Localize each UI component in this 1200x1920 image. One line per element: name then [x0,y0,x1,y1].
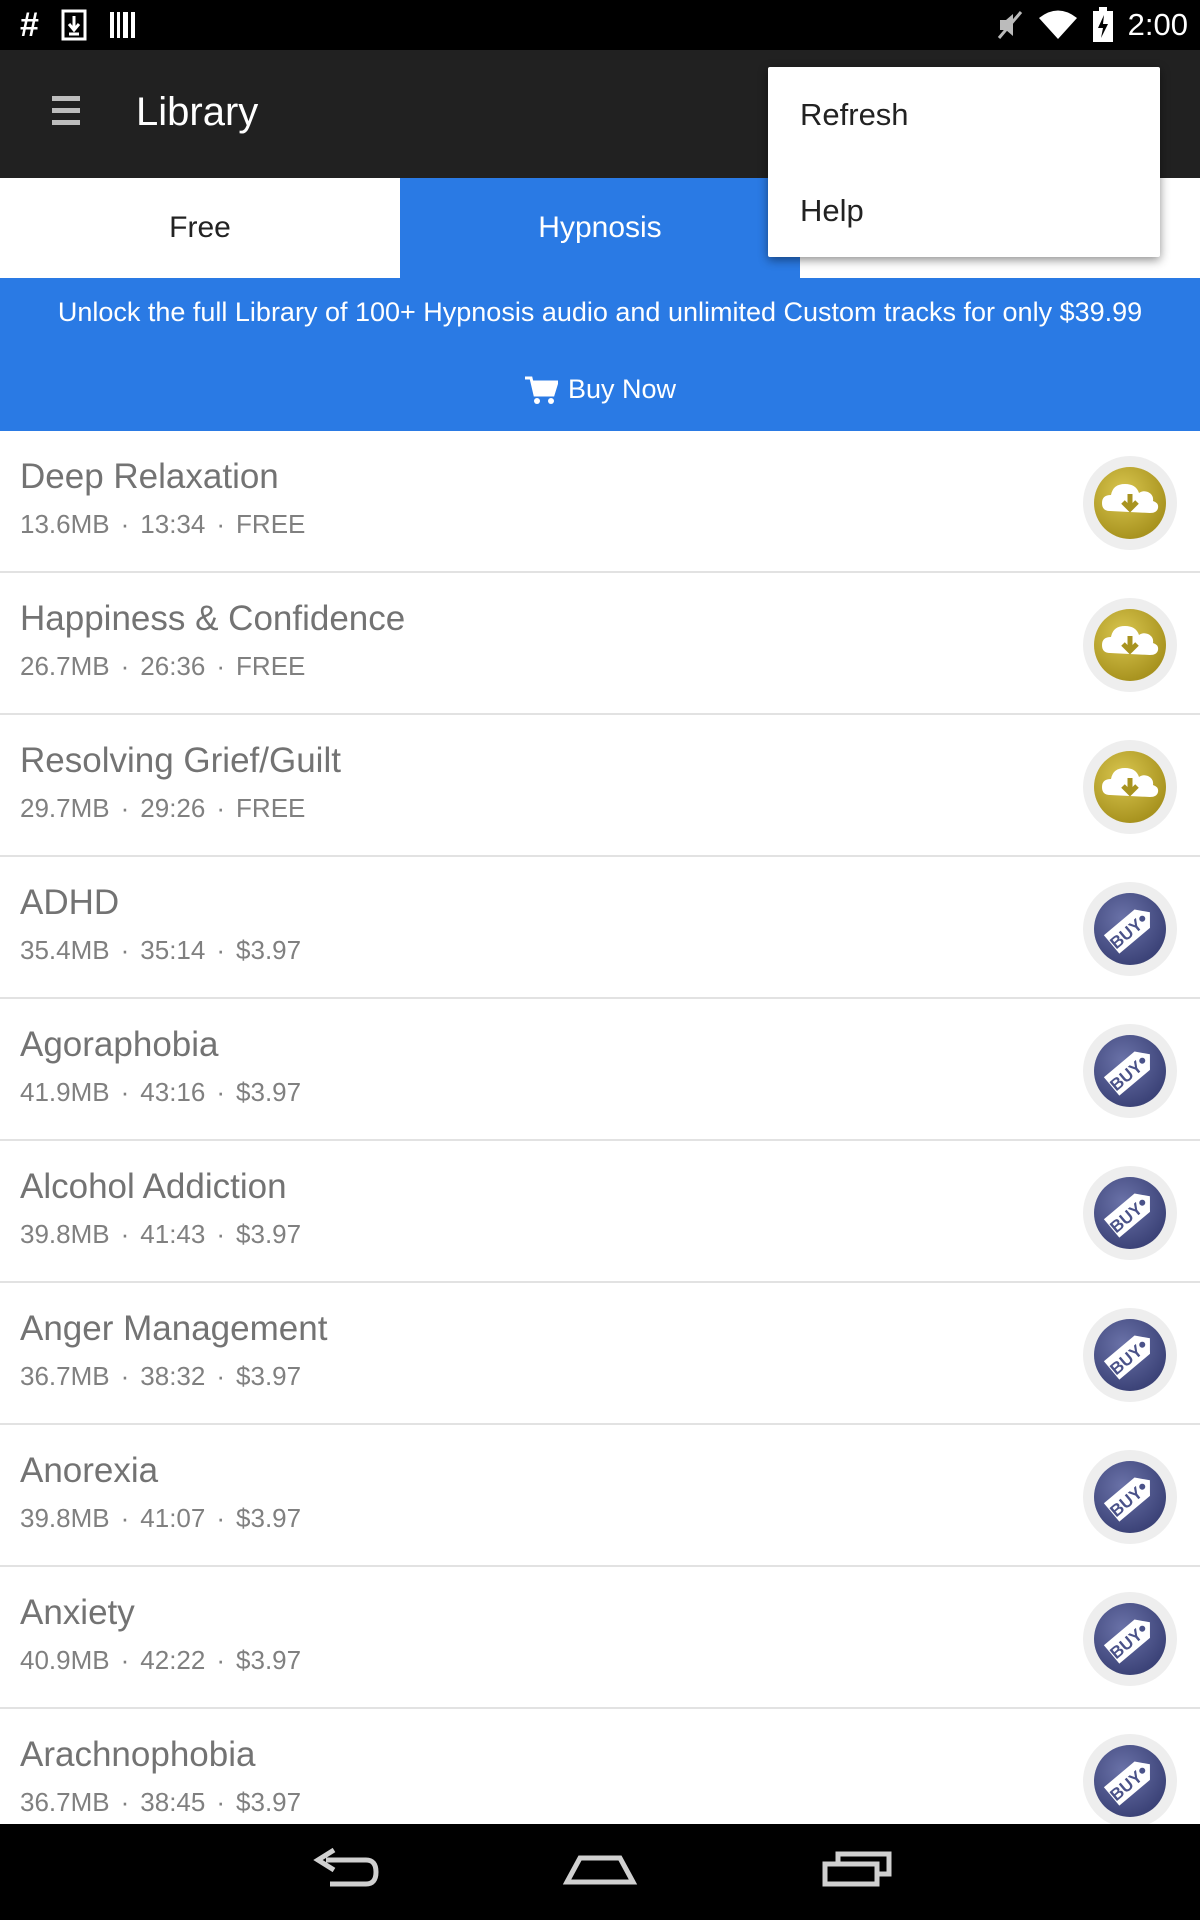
track-meta: 36.7MB · 38:32 · $3.97 [20,1361,302,1391]
track-title: ADHD [20,883,120,922]
barcode-icon [109,12,135,38]
track-size: 36.7MB [20,1361,110,1391]
buy-now-button[interactable]: Buy Now [0,374,1200,405]
buy-tag-icon[interactable]: BUY [1082,1023,1178,1119]
download-icon[interactable] [1082,739,1178,835]
track-price: FREE [236,509,306,539]
track-title: Anxiety [20,1593,135,1632]
track-size: 35.4MB [20,935,110,965]
track-duration: 29:26 [140,793,206,823]
track-meta: 29.7MB · 29:26 · FREE [20,793,306,823]
track-price: $3.97 [236,1787,302,1817]
buy-now-label: Buy Now [567,374,677,404]
track-price: $3.97 [236,1645,302,1675]
track-duration: 38:45 [140,1787,206,1817]
page-title: Library [136,90,259,134]
download-notification-icon [61,9,87,41]
hash-icon: # [20,6,39,44]
track-duration: 42:22 [140,1645,206,1675]
buy-tag-icon[interactable]: BUY [1082,1449,1178,1545]
track-duration: 43:16 [140,1077,206,1107]
battery-charging-icon [1092,7,1113,42]
menu-item-refresh[interactable]: Refresh [800,97,909,133]
buy-tag-icon[interactable]: BUY [1082,1165,1178,1261]
track-duration: 41:07 [140,1503,206,1533]
track-size: 39.8MB [20,1503,110,1533]
track-meta: 35.4MB · 35:14 · $3.97 [20,935,302,965]
track-price: FREE [236,651,306,681]
back-icon[interactable] [308,1842,380,1902]
track-title: Anger Management [20,1309,328,1348]
track-size: 41.9MB [20,1077,110,1107]
download-icon[interactable] [1082,455,1178,551]
track-title: Arachnophobia [20,1735,256,1774]
track-meta: 40.9MB · 42:22 · $3.97 [20,1645,302,1675]
track-price: $3.97 [236,1503,302,1533]
track-duration: 26:36 [140,651,206,681]
track-size: 36.7MB [20,1787,110,1817]
track-meta: 13.6MB · 13:34 · FREE [20,509,306,539]
track-meta: 36.7MB · 38:45 · $3.97 [20,1787,302,1817]
track-meta: 26.7MB · 26:36 · FREE [20,651,306,681]
buy-tag-icon[interactable]: BUY [1082,1733,1178,1824]
track-price: $3.97 [236,1219,302,1249]
list-item[interactable]: Resolving Grief/Guilt 29.7MB · 29:26 · FREE [0,715,1200,857]
recent-apps-icon[interactable] [820,1842,894,1902]
list-item[interactable]: Anxiety 40.9MB · 42:22 · $3.97 BUY [0,1567,1200,1709]
buy-tag-icon[interactable]: BUY [1082,1591,1178,1687]
track-meta: 39.8MB · 41:07 · $3.97 [20,1503,302,1533]
list-item[interactable]: Anorexia 39.8MB · 41:07 · $3.97 BUY [0,1425,1200,1567]
list-item[interactable]: ADHD 35.4MB · 35:14 · $3.97 BUY [0,857,1200,999]
cart-icon [524,376,558,404]
list-item[interactable]: Alcohol Addiction 39.8MB · 41:43 · $3.97 BUY [0,1141,1200,1283]
status-bar: # 2:00 [0,0,1200,50]
track-duration: 38:32 [140,1361,206,1391]
track-title: Resolving Grief/Guilt [20,741,341,780]
track-duration: 41:43 [140,1219,206,1249]
list-item[interactable]: Deep Relaxation 13.6MB · 13:34 · FREE [0,431,1200,573]
list-item[interactable]: Happiness & Confidence 26.7MB · 26:36 · FREE [0,573,1200,715]
track-price: $3.97 [236,935,302,965]
buy-tag-icon[interactable]: BUY [1082,1307,1178,1403]
track-meta: 39.8MB · 41:43 · $3.97 [20,1219,302,1249]
track-duration: 35:14 [140,935,206,965]
tab-free[interactable]: Free [0,178,400,278]
home-icon[interactable] [562,1842,638,1902]
menu-item-help[interactable]: Help [800,193,864,229]
track-title: Anorexia [20,1451,159,1490]
track-price: FREE [236,793,306,823]
track-title: Deep Relaxation [20,457,279,496]
track-list[interactable]: Deep Relaxation 13.6MB · 13:34 · FREE Happin… [0,431,1200,1824]
list-item[interactable]: Agoraphobia 41.9MB · 43:16 · $3.97 BUY [0,999,1200,1141]
track-meta: 41.9MB · 43:16 · $3.97 [20,1077,302,1107]
tab-hypnosis[interactable]: Hypnosis [400,178,800,278]
track-price: $3.97 [236,1361,302,1391]
promo-text: Unlock the full Library of 100+ Hypnosis… [57,297,1143,327]
list-item[interactable]: Anger Management 36.7MB · 38:32 · $3.97 BUY [0,1283,1200,1425]
promo-banner: Unlock the full Library of 100+ Hypnosis… [0,278,1200,431]
navigation-bar [0,1824,1200,1920]
track-size: 40.9MB [20,1645,110,1675]
download-icon[interactable] [1082,597,1178,693]
wifi-icon [1038,10,1077,39]
track-price: $3.97 [236,1077,302,1107]
track-title: Happiness & Confidence [20,599,406,638]
track-size: 29.7MB [20,793,110,823]
track-title: Alcohol Addiction [20,1167,287,1206]
track-size: 26.7MB [20,651,110,681]
hamburger-menu-icon[interactable] [52,96,80,132]
track-size: 39.8MB [20,1219,110,1249]
mute-icon [997,11,1022,39]
list-item[interactable]: Arachnophobia 36.7MB · 38:45 · $3.97 BUY [0,1709,1200,1824]
track-size: 13.6MB [20,509,110,539]
buy-tag-icon[interactable]: BUY [1082,881,1178,977]
track-duration: 13:34 [140,509,206,539]
overflow-menu: Refresh Help [768,67,1160,257]
track-title: Agoraphobia [20,1025,219,1064]
clock: 2:00 [1127,7,1188,42]
